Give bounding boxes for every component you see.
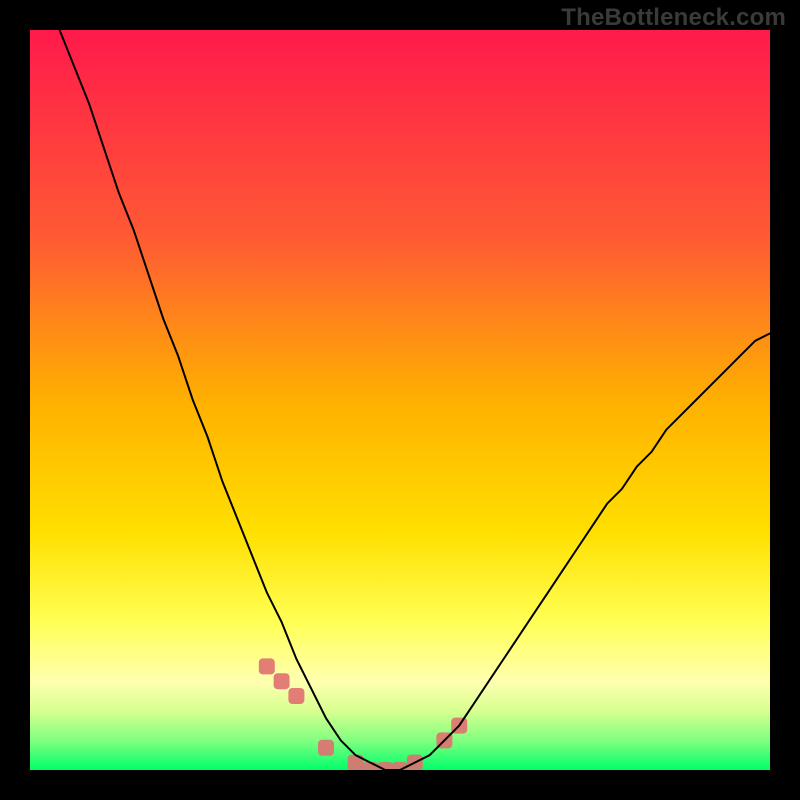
- chart-frame: TheBottleneck.com: [0, 0, 800, 800]
- plot-background: [30, 30, 770, 770]
- sample-marker: [392, 762, 408, 770]
- sample-marker: [259, 658, 275, 674]
- watermark-text: TheBottleneck.com: [561, 4, 786, 32]
- sample-marker: [288, 688, 304, 704]
- sample-marker: [377, 762, 393, 770]
- bottleneck-plot: [30, 30, 770, 770]
- sample-marker: [318, 740, 334, 756]
- sample-marker: [274, 673, 290, 689]
